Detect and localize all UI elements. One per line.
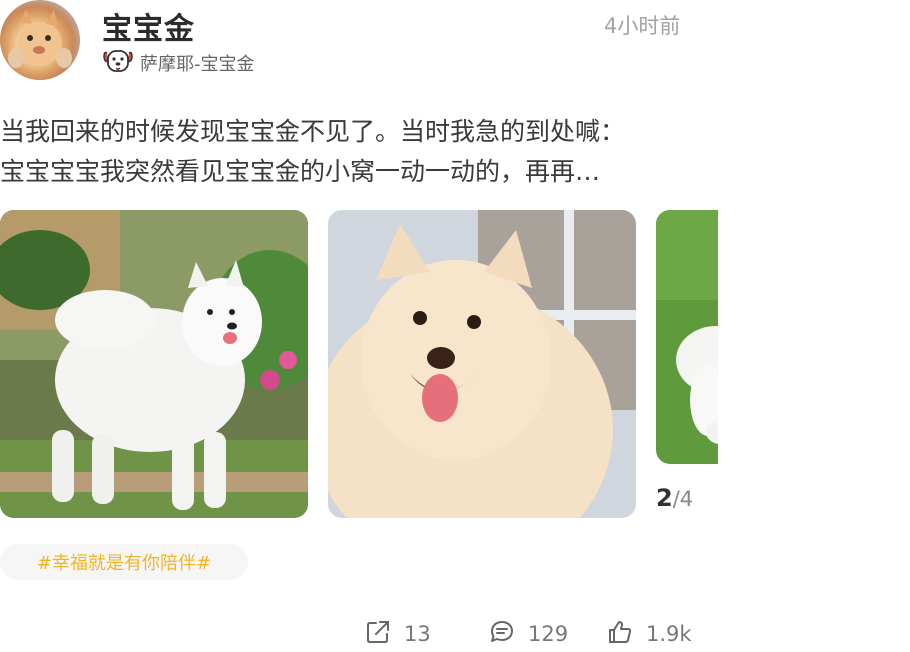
share-count: 13	[404, 622, 431, 646]
share-button[interactable]: 13	[364, 616, 431, 652]
comment-button[interactable]: 129	[488, 616, 568, 652]
post-text-line-1: 当我回来的时候发现宝宝金不见了。当时我急的到处喊：	[0, 117, 626, 146]
thumbs-up-icon	[606, 618, 646, 651]
like-button[interactable]: 1.9k	[606, 616, 692, 652]
topic-tag[interactable]: #幸福就是有你陪伴#	[0, 544, 248, 580]
share-icon	[364, 618, 404, 651]
dog-face-icon	[102, 47, 134, 79]
avatar[interactable]	[0, 0, 80, 80]
post-photo-1[interactable]	[0, 210, 308, 518]
post-text[interactable]: 当我回来的时候发现宝宝金不见了。当时我急的到处喊： 宝宝宝宝我突然看见宝宝金的小…	[0, 112, 690, 192]
image-counter: 2/4	[656, 484, 693, 512]
post-time: 4小时前	[604, 14, 681, 38]
comment-icon	[488, 618, 528, 651]
image-counter-total: /4	[672, 487, 694, 511]
like-count: 1.9k	[646, 622, 692, 646]
breed-row[interactable]: 萨摩耶-宝宝金	[102, 48, 255, 78]
comment-count: 129	[528, 622, 569, 646]
username[interactable]: 宝宝金	[102, 4, 195, 48]
post-text-line-2: 宝宝宝宝我突然看见宝宝金的小窝一动一动的，再再…	[0, 157, 601, 186]
image-counter-current: 2	[656, 484, 673, 512]
breed-label: 萨摩耶-宝宝金	[140, 54, 255, 75]
post-photo-2[interactable]	[328, 210, 636, 518]
post-photo-3[interactable]	[656, 210, 718, 464]
action-bar: 13 129 1.9k	[0, 616, 910, 652]
